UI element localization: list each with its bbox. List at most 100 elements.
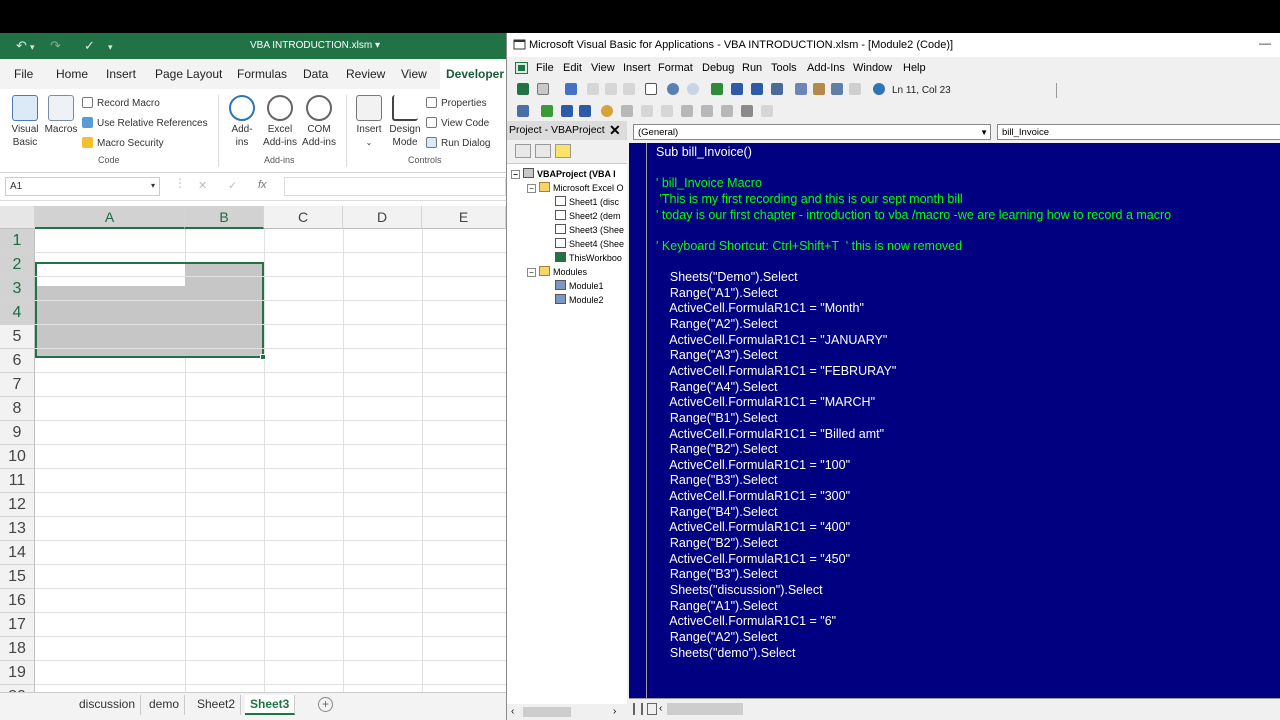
tree-node-sheet1[interactable]: Sheet1 (disc <box>555 196 619 207</box>
row-header[interactable]: 2 <box>0 253 35 277</box>
row-header[interactable]: 17 <box>0 613 35 637</box>
insert-control-button[interactable]: Insert ⌄ <box>352 95 386 149</box>
save-icon[interactable] <box>565 83 577 95</box>
tree-node-vbaproject[interactable]: − VBAProject (VBA I <box>511 168 616 179</box>
name-box-dropdown-icon[interactable]: ▾ <box>151 181 155 190</box>
excel-view-icon[interactable] <box>515 62 528 74</box>
tree-node-sheet4[interactable]: Sheet4 (Shee <box>555 238 624 249</box>
watch-window-icon[interactable] <box>721 105 733 117</box>
scroll-left-icon[interactable]: ‹ <box>659 703 662 714</box>
sheet-tab-discussion[interactable]: discussion <box>74 695 142 715</box>
object-combo[interactable]: (General) ▼ <box>633 124 991 140</box>
menu-view[interactable]: View <box>591 62 615 74</box>
name-box[interactable]: A1 ▾ <box>5 177 160 196</box>
menu-run[interactable]: Run <box>742 62 762 74</box>
record-macro-button[interactable]: Record Macro <box>82 97 160 109</box>
row-header[interactable]: 18 <box>0 637 35 661</box>
code-editor[interactable]: Sub bill_Invoice() ' bill_Invoice Macro '… <box>656 145 1280 695</box>
column-header-d[interactable]: D <box>343 206 422 229</box>
object-browser-icon[interactable] <box>831 83 843 95</box>
row-header[interactable]: 1 <box>0 229 35 253</box>
locals-window-icon[interactable] <box>681 105 693 117</box>
undo-icon[interactable] <box>667 83 679 95</box>
redo-icon[interactable]: ↷ <box>50 38 61 54</box>
column-header-c[interactable]: C <box>264 206 343 229</box>
undo-dropdown-icon[interactable]: ▾ <box>30 42 35 53</box>
row-header[interactable]: 13 <box>0 517 35 541</box>
column-header-e[interactable]: E <box>422 206 506 229</box>
code-margin[interactable] <box>629 143 647 698</box>
macros-button[interactable]: Macros <box>44 95 78 136</box>
row-header[interactable]: 8 <box>0 397 35 421</box>
check-icon[interactable]: ✓ <box>84 38 95 54</box>
tab-data[interactable]: Data <box>303 67 328 81</box>
stop-icon[interactable] <box>579 105 591 117</box>
tab-home[interactable]: Home <box>56 67 88 81</box>
tree-node-module1[interactable]: Module1 <box>555 280 604 291</box>
design-mode-button[interactable]: Design Mode <box>386 95 424 149</box>
list-properties-icon[interactable] <box>517 105 529 117</box>
close-icon[interactable]: ✕ <box>609 122 621 139</box>
view-excel-icon[interactable] <box>517 83 529 95</box>
menu-help[interactable]: Help <box>903 62 926 74</box>
properties-window-icon[interactable] <box>813 83 825 95</box>
project-explorer-icon[interactable] <box>795 83 807 95</box>
run-sub-icon[interactable] <box>711 83 723 95</box>
select-all-corner[interactable] <box>0 206 35 229</box>
menu-tools[interactable]: Tools <box>771 62 797 74</box>
paste-icon[interactable] <box>623 83 635 95</box>
macro-security-button[interactable]: Macro Security <box>82 137 164 149</box>
sheet-tab-demo[interactable]: demo <box>144 695 186 715</box>
row-header[interactable]: 15 <box>0 565 35 589</box>
toggle-folders-icon[interactable] <box>555 144 571 158</box>
row-header[interactable]: 7 <box>0 373 35 397</box>
column-header-b[interactable]: B <box>185 206 264 229</box>
undo-icon[interactable]: ↶ <box>16 38 27 54</box>
run-icon[interactable] <box>541 105 553 117</box>
menu-add-ins[interactable]: Add-Ins <box>807 62 845 74</box>
help-icon[interactable] <box>873 83 885 95</box>
procedure-view-icon[interactable] <box>633 703 643 715</box>
tree-node-modules[interactable]: − Modules <box>527 266 587 277</box>
quick-watch-icon[interactable] <box>741 105 753 117</box>
row-header[interactable]: 9 <box>0 421 35 445</box>
row-header[interactable]: 16 <box>0 589 35 613</box>
relative-references-button[interactable]: Use Relative References <box>82 117 208 129</box>
tab-view[interactable]: View <box>401 67 427 81</box>
add-sheet-icon[interactable]: + <box>318 697 333 712</box>
scroll-thumb[interactable] <box>523 707 571 717</box>
reset-icon[interactable] <box>751 83 763 95</box>
tab-page-layout[interactable]: Page Layout <box>155 67 222 81</box>
tree-node-sheet3[interactable]: Sheet3 (Shee <box>555 224 624 235</box>
cancel-entry-icon[interactable]: ✕ <box>198 179 207 192</box>
menu-insert[interactable]: Insert <box>623 62 651 74</box>
customize-qat-icon[interactable]: ▾ <box>108 42 113 53</box>
project-hscroll[interactable]: ‹ › <box>507 704 627 720</box>
menu-file[interactable]: File <box>536 62 554 74</box>
minimize-icon[interactable]: — <box>1259 36 1271 50</box>
scroll-left-icon[interactable]: ‹ <box>511 706 514 717</box>
menu-debug[interactable]: Debug <box>702 62 734 74</box>
full-module-view-icon[interactable] <box>647 703 657 715</box>
add-ins-button[interactable]: Add- ins <box>226 95 258 149</box>
view-code-button[interactable]: View Code <box>426 117 489 129</box>
tab-formulas[interactable]: Formulas <box>237 67 287 81</box>
excel-add-ins-button[interactable]: Excel Add-ins <box>262 95 298 149</box>
tree-node-excel-objects[interactable]: − Microsoft Excel O <box>527 182 624 193</box>
step-out-icon[interactable] <box>661 105 673 117</box>
toggle-breakpoint-icon[interactable] <box>601 105 613 117</box>
scroll-thumb[interactable] <box>667 703 743 715</box>
row-header[interactable]: 5 <box>0 325 35 349</box>
redo-icon[interactable] <box>687 83 699 95</box>
insert-module-icon[interactable] <box>537 83 549 95</box>
copy-icon[interactable] <box>605 83 617 95</box>
tab-file[interactable]: File <box>14 67 33 81</box>
break-icon[interactable] <box>731 83 743 95</box>
tree-node-thisworkbook[interactable]: ThisWorkboo <box>555 252 622 263</box>
menu-format[interactable]: Format <box>658 62 693 74</box>
step-over-icon[interactable] <box>641 105 653 117</box>
com-add-ins-button[interactable]: COM Add-ins <box>300 95 338 149</box>
tab-review[interactable]: Review <box>346 67 385 81</box>
column-header-a[interactable]: A <box>35 206 185 229</box>
sheet-tab-sheet2[interactable]: Sheet2 <box>192 695 242 715</box>
